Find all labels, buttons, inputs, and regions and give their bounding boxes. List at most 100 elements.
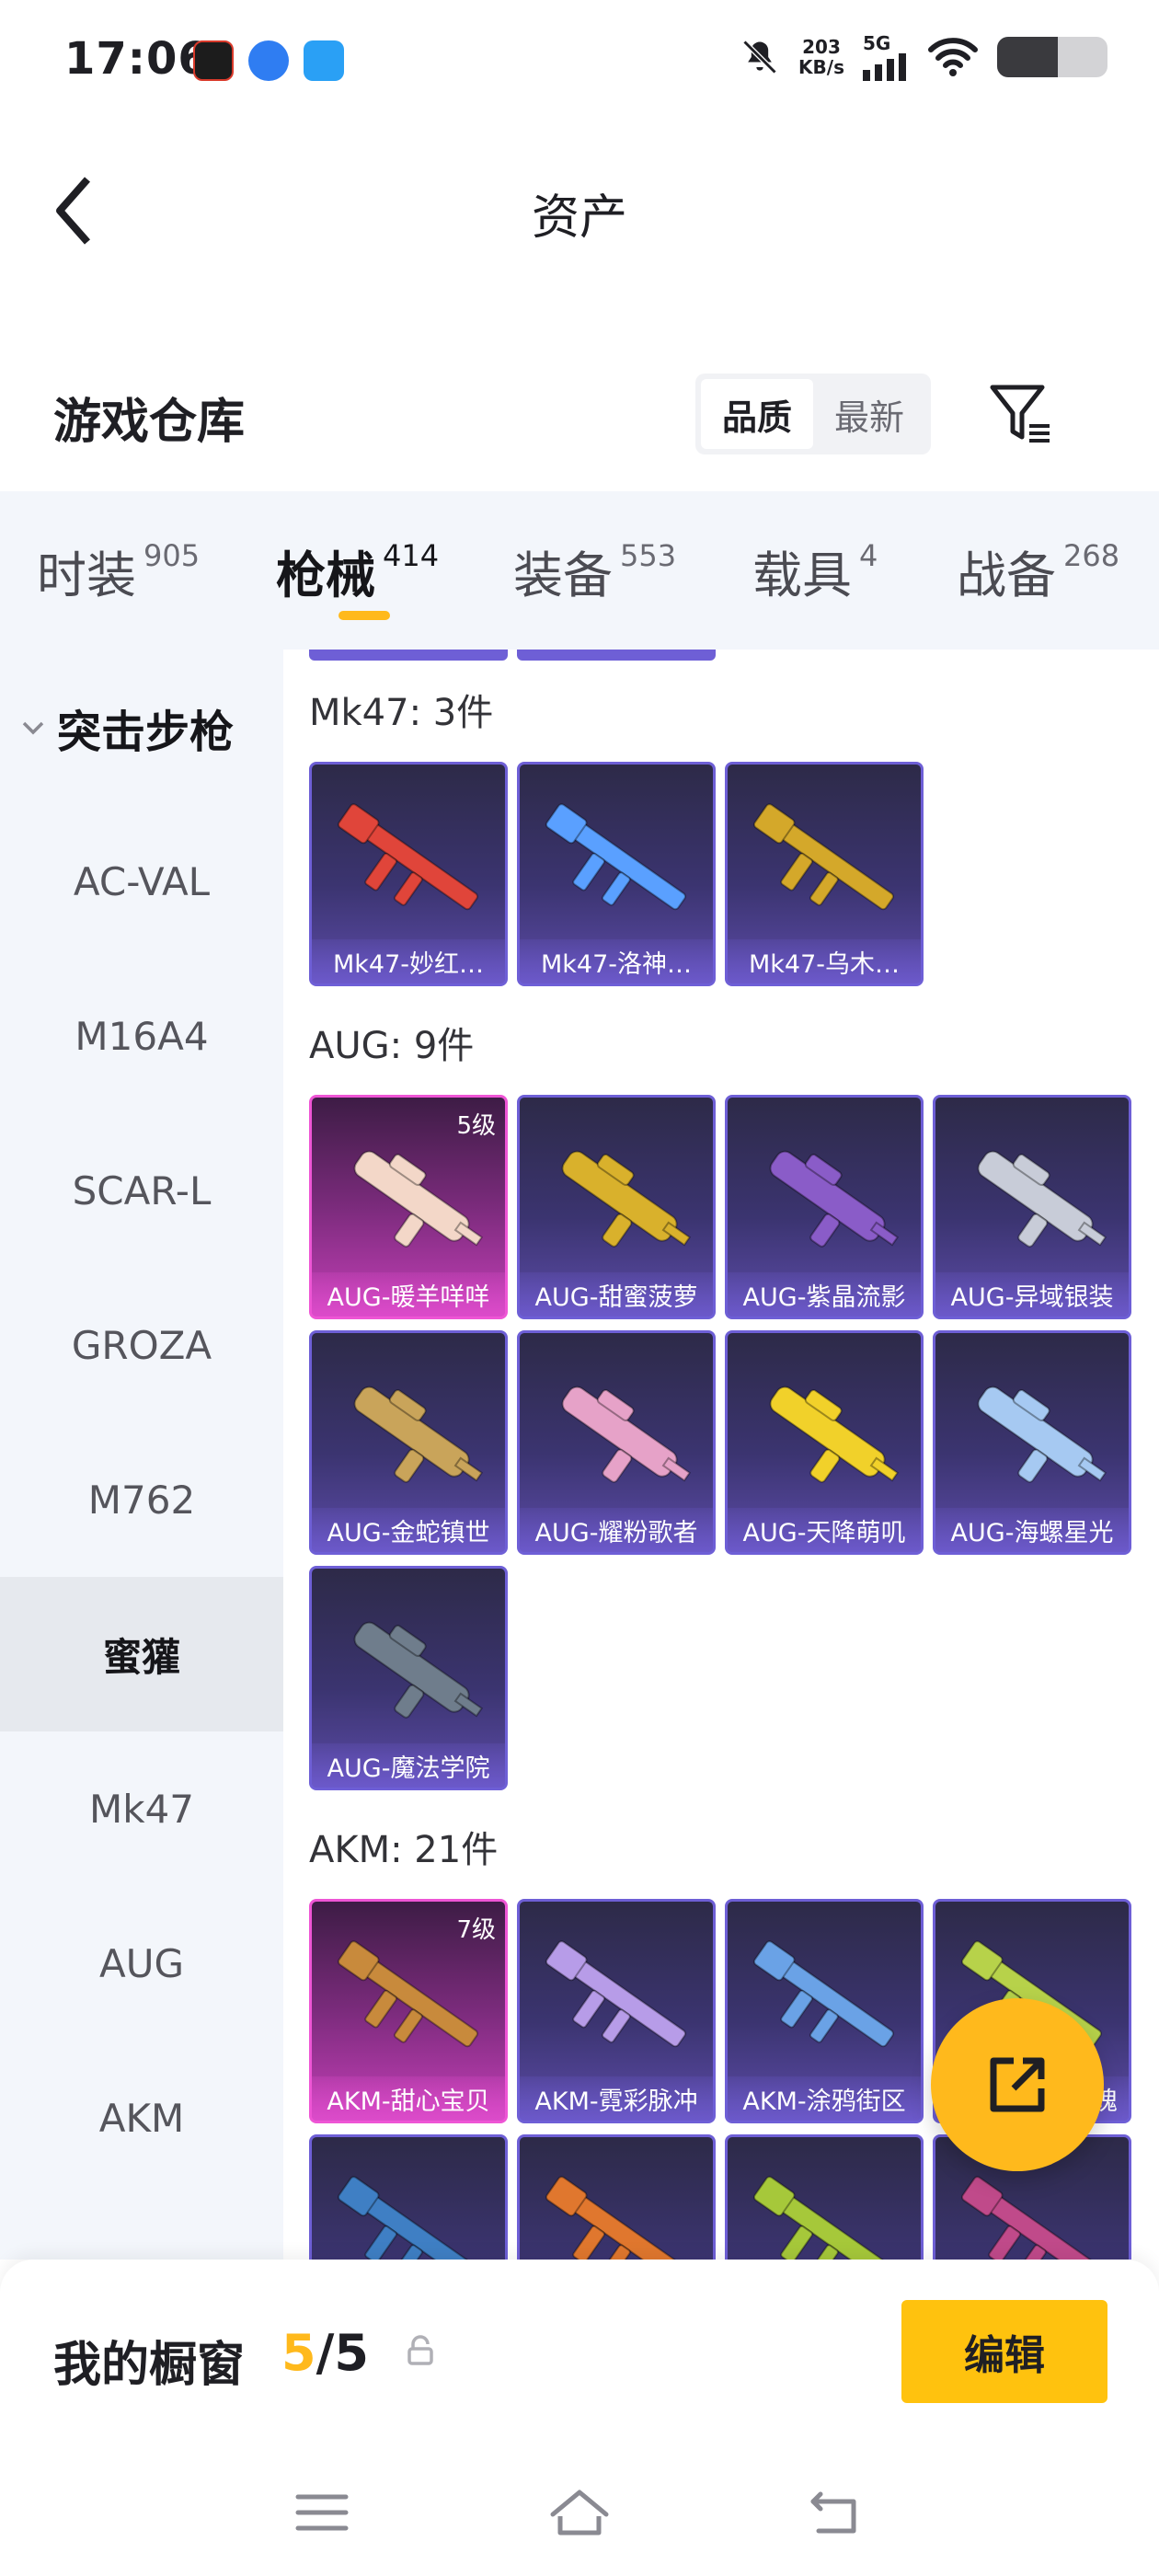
weapon-skin-card[interactable]: Mk47-乌木… (725, 762, 924, 986)
section-title: AKM: 21件 (309, 1829, 499, 1871)
weapon-skin-image (752, 803, 894, 911)
sidebar-item-m762[interactable]: M762 (0, 1422, 283, 1577)
tab-count: 905 (143, 538, 201, 573)
weapon-skin-image (769, 1386, 900, 1483)
battery-level (997, 37, 1058, 77)
weapon-skin-card[interactable]: 5级 AUG-暖羊咩咩 (309, 1095, 508, 1319)
showcase-label: 我的橱窗 (53, 2338, 246, 2393)
tab-vehicles[interactable]: 载具 4 (752, 491, 878, 650)
tab-equipment[interactable]: 装备 553 (513, 491, 676, 650)
app-root: 17:06 203 KB/s 5G 资产 游戏仓库 品质 最新 时装 905 枪… (0, 0, 1159, 2576)
weapon-skin-image (561, 1150, 692, 1248)
back-nav-icon (810, 2491, 856, 2534)
tab-fashion[interactable]: 时装 905 (37, 491, 200, 650)
sort-latest-button[interactable]: 最新 (813, 379, 925, 449)
tab-label: 装备 (513, 546, 613, 604)
page-title: 资产 (531, 190, 627, 246)
weapon-skin-card[interactable]: AUG-海螺星光 (933, 1330, 1131, 1555)
battery-icon (997, 37, 1107, 77)
sort-quality-button[interactable]: 品质 (701, 379, 813, 449)
signal-icon (863, 53, 906, 81)
cell-signal: 5G (863, 33, 909, 81)
weapon-skin-card[interactable]: 7级 AKM-甜心宝贝 (309, 1899, 508, 2123)
weapon-skin-image (353, 1621, 484, 1719)
weapon-skin-image (960, 2176, 1102, 2260)
skin-level-badge: 5级 (456, 1112, 496, 1140)
page-header: 资产 (0, 129, 1159, 294)
weapon-skin-card[interactable]: AUG-天降萌叽 (725, 1330, 924, 1555)
lock-icon (407, 2335, 433, 2365)
share-icon (990, 2057, 1045, 2112)
mute-bell-icon (742, 40, 777, 75)
filter-icon (990, 385, 1050, 443)
network-gen: 5G (863, 32, 891, 54)
share-button[interactable] (931, 1998, 1104, 2171)
tab-label: 战备 (957, 546, 1056, 604)
weapon-skin-card[interactable]: Mk47-洛神… (517, 762, 716, 986)
skin-name: AUG-紫晶流影 (728, 1272, 921, 1317)
weapon-skin-image (337, 1940, 478, 2048)
skin-name: AKM-甜心宝贝 (312, 2076, 505, 2121)
weapon-skin-image (752, 2176, 894, 2260)
weapon-skin-card[interactable]: AUG-甜蜜菠萝 (517, 1095, 716, 1319)
weapon-sidebar: 突击步枪 AC-VAL M16A4 SCAR-L GROZA M762 蜜獾 M… (0, 650, 283, 2260)
tab-count: 553 (620, 538, 677, 573)
menu-button[interactable] (285, 2480, 359, 2545)
weapon-skin-image (752, 1940, 894, 2048)
sidebar-item-m16a4[interactable]: M16A4 (0, 959, 283, 1113)
sidebar-group-assault-rifles[interactable]: 突击步枪 (18, 696, 234, 760)
back-nav-button[interactable] (800, 2480, 874, 2545)
sidebar-item-label: Mk47 (88, 1786, 194, 1832)
weapon-skin-card[interactable] (517, 2134, 716, 2260)
weapon-skin-card[interactable]: AUG-魔法学院 (309, 1566, 508, 1790)
weapon-skin-image (545, 2176, 686, 2260)
weapon-skin-card[interactable] (309, 2134, 508, 2260)
sidebar-item-groza[interactable]: GROZA (0, 1268, 283, 1422)
weapon-skin-card[interactable]: Mk47-妙红… (309, 762, 508, 986)
sidebar-item-aug[interactable]: AUG (0, 1886, 283, 2041)
net-speed-value: 203 (802, 36, 841, 58)
weapon-skin-card[interactable]: AUG-异域银装 (933, 1095, 1131, 1319)
skin-name: AKM-涂鸦街区 (728, 2076, 921, 2121)
sidebar-item-label: M762 (87, 1477, 196, 1523)
home-button[interactable] (543, 2480, 616, 2545)
sidebar-item-label: 蜜獾 (102, 1634, 180, 1680)
home-icon (550, 2490, 609, 2536)
sidebar-item-label: AUG (98, 1940, 185, 1986)
tab-count: 4 (859, 538, 878, 573)
sidebar-item-label: AC-VAL (73, 858, 211, 904)
sidebar-item-ac-val[interactable]: AC-VAL (0, 804, 283, 959)
edit-button[interactable]: 编辑 (901, 2300, 1107, 2403)
section-title: AUG: 9件 (309, 1025, 475, 1067)
tab-count: 268 (1063, 538, 1120, 573)
weapon-skin-image (353, 1150, 484, 1248)
sidebar-item-akm[interactable]: AKM (0, 2041, 283, 2195)
weapon-skin-card[interactable]: AUG-紫晶流影 (725, 1095, 924, 1319)
filter-button[interactable] (984, 377, 1058, 451)
skin-name: AUG-金蛇镇世 (312, 1508, 505, 1552)
skin-name: AUG-海螺星光 (935, 1508, 1129, 1552)
menu-icon (295, 2494, 349, 2531)
weapon-skin-card[interactable]: AKM-涂鸦街区 (725, 1899, 924, 2123)
weapon-skin-card[interactable] (725, 2134, 924, 2260)
skin-name: Mk47-妙红… (312, 939, 505, 983)
net-speed-unit: KB/s (798, 56, 844, 78)
skin-name: AKM-霓彩脉冲 (520, 2076, 713, 2121)
tab-count: 414 (383, 538, 440, 573)
warehouse-title: 游戏仓库 (53, 395, 246, 450)
weapon-skin-card[interactable]: AUG-耀粉歌者 (517, 1330, 716, 1555)
sidebar-group-label: 突击步枪 (57, 707, 235, 758)
tab-gear[interactable]: 战备 268 (957, 491, 1119, 650)
weapon-skin-image (977, 1386, 1107, 1483)
weapon-skin-image (977, 1150, 1107, 1248)
skin-name: AUG-天降萌叽 (728, 1508, 921, 1552)
sidebar-item-mk47[interactable]: Mk47 (0, 1731, 283, 1886)
weapon-skin-card[interactable]: AKM-霓彩脉冲 (517, 1899, 716, 2123)
showcase-count-separator: / (316, 2324, 335, 2382)
weapon-skin-card[interactable]: AUG-金蛇镇世 (309, 1330, 508, 1555)
wifi-icon (928, 38, 978, 76)
sidebar-item-scar-l[interactable]: SCAR-L (0, 1113, 283, 1268)
system-navigation (0, 2444, 1159, 2576)
tab-guns[interactable]: 枪械 414 (276, 491, 439, 650)
sidebar-item-honey-badger[interactable]: 蜜獾 (0, 1577, 283, 1731)
